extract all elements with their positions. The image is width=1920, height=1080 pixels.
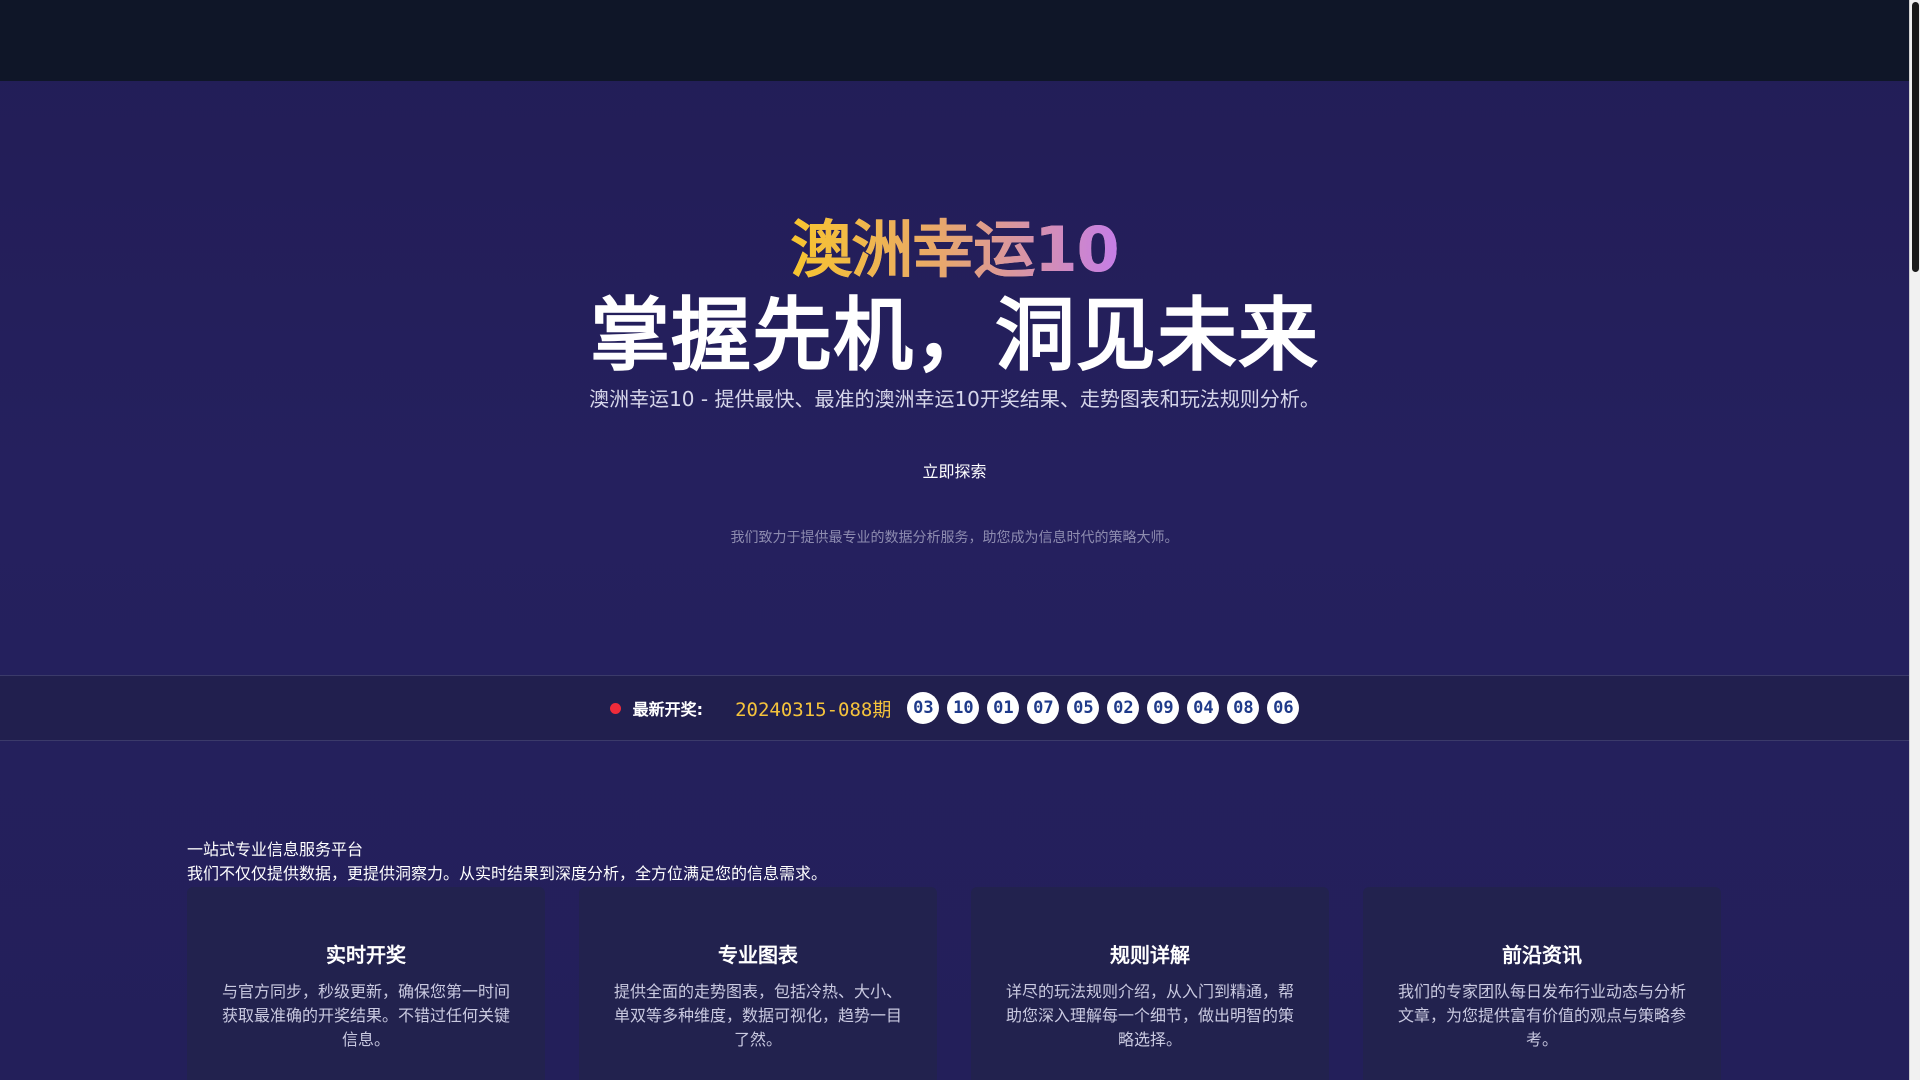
hero-section: 澳洲幸运10 掌握先机，洞见未来 澳洲幸运10 - 提供最快、最准的澳洲幸运10… [0,81,1909,675]
draw-number-ball: 03 [907,692,940,724]
draw-number-ball: 02 [1107,692,1140,724]
live-indicator-icon [609,702,621,714]
draw-number-ball: 04 [1187,692,1220,724]
hero-subtitle: 澳洲幸运10 - 提供最快、最准的澳洲幸运10开奖结果、走势图表和玩法规则分析。 [589,387,1320,411]
feature-card-desc: 我们的专家团队每日发布行业动态与分析文章，为您提供富有价值的观点与策略参考。 [1397,982,1686,1049]
intro-text: 我们不仅仅提供数据，更提供洞察力。从实时结果到深度分析，全方位满足您的信息需求。 [187,864,828,883]
feature-card-news[interactable]: 前沿资讯 我们的专家团队每日发布行业动态与分析文章，为您提供富有价值的观点与策略… [1363,887,1721,1080]
draw-number-ball: 01 [987,692,1020,724]
draw-number-ball: 05 [1067,692,1100,724]
feature-card-live-draw[interactable]: 实时开奖 与官方同步，秒级更新，确保您第一时间获取最准确的开奖结果。不错过任何关… [187,887,545,1080]
hero-headline: 掌握先机，洞见未来 [590,289,1319,382]
feature-cards: 实时开奖 与官方同步，秒级更新，确保您第一时间获取最准确的开奖结果。不错过任何关… [187,887,1723,1080]
feature-card-title: 前沿资讯 [1502,943,1582,967]
feature-card-rules[interactable]: 规则详解 详尽的玩法规则介绍，从入门到精通，帮助您深入理解每一个细节，做出明智的… [971,887,1329,1080]
feature-card-desc: 详尽的玩法规则介绍，从入门到精通，帮助您深入理解每一个细节，做出明智的策略选择。 [1005,982,1294,1049]
intro-block: 一站式专业信息服务平台 我们不仅仅提供数据，更提供洞察力。从实时结果到深度分析，… [187,838,827,886]
explore-button[interactable]: 立即探索 [912,454,996,486]
page: 澳洲幸运10 掌握先机，洞见未来 澳洲幸运10 - 提供最快、最准的澳洲幸运10… [0,0,1909,1080]
draw-number-ball: 08 [1227,692,1260,724]
draw-number-ball: 06 [1267,692,1300,724]
feature-card-desc: 与官方同步，秒级更新，确保您第一时间获取最准确的开奖结果。不错过任何关键信息。 [221,982,510,1049]
latest-draw-label: 最新开奖: [632,700,704,719]
feature-card-charts[interactable]: 专业图表 提供全面的走势图表，包括冷热、大小、单双等多种维度，数据可视化，趋势一… [579,887,937,1080]
feature-card-title: 实时开奖 [326,943,406,967]
draw-numbers: 03 10 01 07 05 02 09 04 08 06 [907,692,1300,724]
top-navigation-bar [0,0,1909,81]
draw-number-ball: 10 [947,692,980,724]
draw-number-ball: 07 [1027,692,1060,724]
draw-number-ball: 09 [1147,692,1180,724]
latest-draw-bar: 最新开奖: 20240315-088期 03 10 01 07 05 02 09… [0,675,1909,741]
feature-card-title: 规则详解 [1110,943,1190,967]
scrollbar-thumb[interactable] [1912,2,1919,272]
draw-period: 20240315-088期 [735,698,892,721]
hero-tagline: 我们致力于提供最专业的数据分析服务，助您成为信息时代的策略大师。 [730,530,1179,546]
page-scrollbar[interactable] [1909,0,1920,1080]
intro-title: 一站式专业信息服务平台 [187,840,364,859]
feature-card-title: 专业图表 [718,943,798,967]
feature-card-desc: 提供全面的走势图表，包括冷热、大小、单双等多种维度，数据可视化，趋势一目了然。 [613,982,902,1049]
